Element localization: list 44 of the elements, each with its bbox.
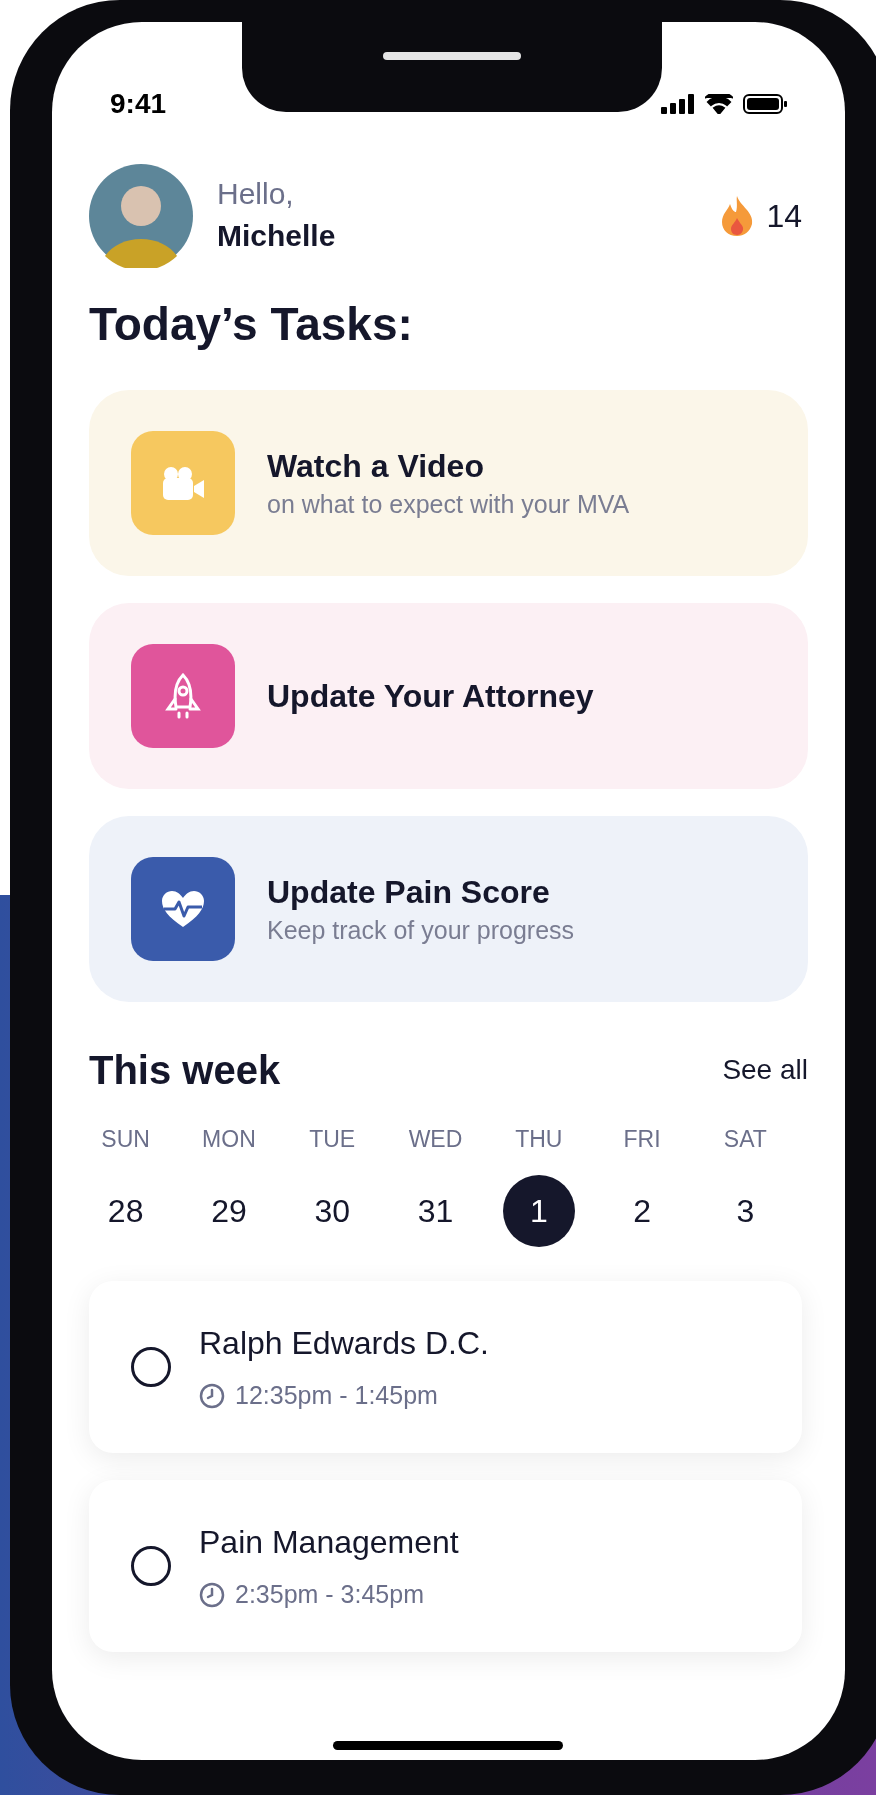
date-button[interactable]: 3 bbox=[709, 1174, 782, 1247]
weekday-label: THU bbox=[515, 1125, 563, 1154]
appointment-card[interactable]: Pain Management 2:35pm - 3:45pm bbox=[89, 1479, 802, 1652]
date-button[interactable]: 29 bbox=[192, 1174, 265, 1247]
signal-icon bbox=[661, 94, 695, 114]
clock-icon bbox=[199, 1382, 225, 1409]
section-title: This week bbox=[89, 1047, 281, 1094]
date-button[interactable]: 30 bbox=[296, 1174, 369, 1247]
task-card[interactable]: Update Your Attorney bbox=[89, 603, 808, 789]
greeting-text: Hello, bbox=[217, 176, 295, 212]
heart-pulse-icon bbox=[160, 889, 206, 929]
date-button[interactable]: 2 bbox=[606, 1174, 679, 1247]
flame-icon bbox=[720, 196, 755, 236]
weekday-label: TUE bbox=[309, 1125, 356, 1154]
page-title: Today’s Tasks: bbox=[89, 297, 414, 352]
weekday-label: WED bbox=[408, 1125, 463, 1154]
appointment-card[interactable]: Ralph Edwards D.C. 12:35pm - 1:45pm bbox=[89, 1280, 802, 1453]
clock-icon bbox=[199, 1581, 225, 1608]
date-button[interactable]: 31 bbox=[399, 1174, 472, 1247]
task-title: Update Pain Score bbox=[267, 873, 551, 912]
weekday-label: SUN bbox=[101, 1125, 150, 1154]
weekday-label: FRI bbox=[623, 1125, 661, 1154]
date-button[interactable]: 1 bbox=[502, 1174, 575, 1247]
appointment-title: Ralph Edwards D.C. bbox=[199, 1323, 489, 1363]
see-all-link[interactable]: See all bbox=[722, 1049, 808, 1091]
battery-icon bbox=[743, 94, 787, 114]
streak-count: 14 bbox=[766, 197, 802, 236]
task-subtitle: on what to expect with your MVA bbox=[267, 489, 630, 520]
task-card[interactable]: Watch a Video on what to expect with your MVA bbox=[89, 390, 808, 576]
task-title: Update Your Attorney bbox=[267, 677, 594, 716]
user-name: Michelle bbox=[217, 218, 336, 254]
video-camera-icon bbox=[161, 466, 205, 500]
task-card[interactable]: Update Pain Score Keep track of your progress bbox=[89, 816, 808, 1002]
wifi-icon bbox=[705, 94, 733, 114]
appointment-title: Pain Management bbox=[199, 1522, 459, 1562]
rocket-icon bbox=[165, 673, 201, 719]
appointment-time: 2:35pm - 3:45pm bbox=[235, 1578, 424, 1610]
date-button[interactable]: 28 bbox=[89, 1174, 162, 1247]
task-title: Watch a Video bbox=[267, 447, 485, 486]
appointment-time: 12:35pm - 1:45pm bbox=[235, 1379, 438, 1411]
weekday-label: MON bbox=[202, 1125, 256, 1154]
weekday-label: SAT bbox=[723, 1125, 767, 1154]
status-time: 9:41 bbox=[110, 87, 167, 121]
task-subtitle: Keep track of your progress bbox=[267, 915, 575, 946]
